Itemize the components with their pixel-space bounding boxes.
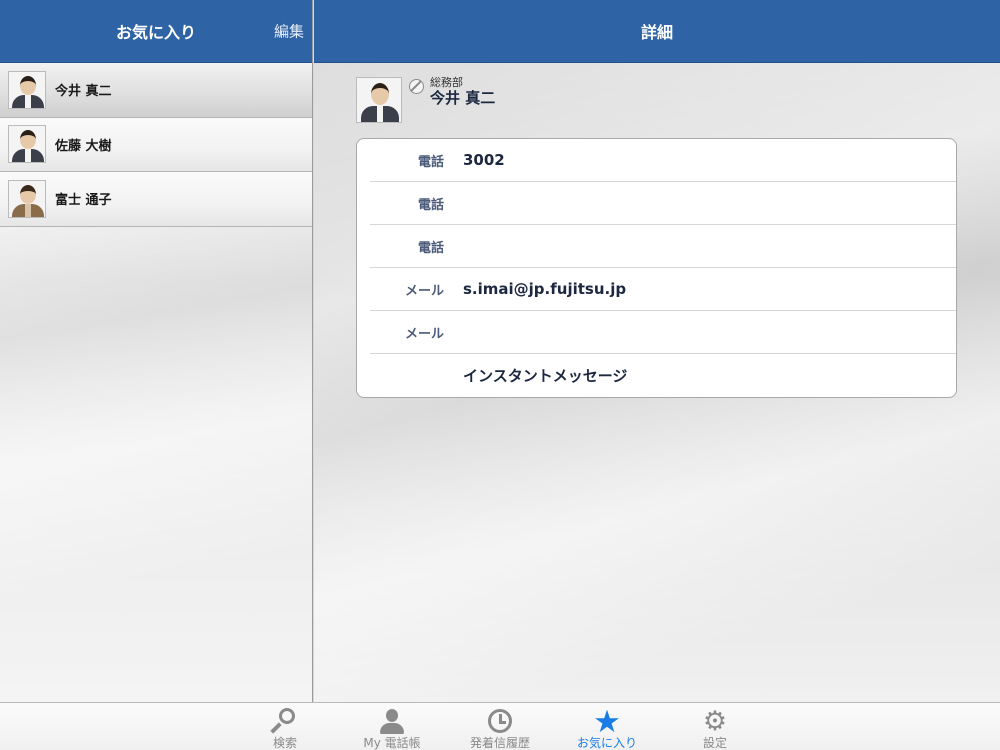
detail-label: メール [404,283,444,299]
tab-label: My 電話帳 [363,736,421,750]
tab-favorites[interactable]: ★ お気に入り [557,703,657,750]
favorites-header: お気に入り 編集 [0,0,312,63]
detail-label: 電話 [417,240,444,256]
profile-department: 総務部 [430,76,463,89]
profile-name: 今井 真二 [430,89,496,107]
avatar [8,179,46,218]
status-unavailable-icon [409,79,424,94]
phone-row: 電話 [370,182,956,225]
star-icon: ★ [593,704,621,740]
favorites-title: お気に入り [115,23,196,42]
search-icon [270,708,300,736]
avatar [8,70,46,109]
detail-value: 3002 [463,151,505,169]
instant-message-button[interactable]: インスタントメッセージ [463,365,627,386]
favorite-name: 佐藤 大樹 [55,138,112,154]
avatar [8,125,46,164]
avatar [356,77,402,123]
detail-header: 詳細 [314,0,1000,63]
detail-label: 電話 [417,197,444,213]
gear-icon: ⚙ [702,706,728,737]
instant-message-row[interactable]: インスタントメッセージ [370,354,956,397]
tab-label: 発着信履歴 [469,736,530,750]
clock-icon [485,708,515,736]
tab-bar: 検索 My 電話帳 発着信履歴 ★ お気に入り ⚙ 設定 [0,702,1000,750]
phone-row: 電話 [370,225,956,268]
phone-row[interactable]: 電話 3002 [370,139,956,182]
detail-label: 電話 [417,154,444,170]
tab-settings[interactable]: ⚙ 設定 [665,703,765,750]
favorite-item[interactable]: 富士 通子 [0,172,312,227]
edit-button[interactable]: 編集 [274,21,304,42]
favorite-item[interactable]: 今井 真二 [0,63,312,118]
email-row: メール [370,311,956,354]
detail-pane: 詳細 総務部 今井 真二 電話 3002 電話 電話 メール s.imai@jp… [314,0,1000,702]
tab-label: 検索 [272,736,297,750]
favorite-item[interactable]: 佐藤 大樹 [0,117,312,172]
detail-label: メール [404,326,444,342]
tab-my-phonebook[interactable]: My 電話帳 [342,703,442,750]
detail-title: 詳細 [640,23,673,42]
favorites-list: 今井 真二 佐藤 大樹 富士 通子 [0,63,312,227]
detail-value: s.imai@jp.fujitsu.jp [463,280,627,298]
tab-call-history[interactable]: 発着信履歴 [450,703,550,750]
tab-label: 設定 [702,736,727,750]
detail-card: 電話 3002 電話 電話 メール s.imai@jp.fujitsu.jp メ… [356,138,957,398]
person-icon [377,708,407,736]
profile-summary: 総務部 今井 真二 [356,77,495,123]
tab-search[interactable]: 検索 [235,703,335,750]
favorite-name: 富士 通子 [55,193,112,209]
email-row[interactable]: メール s.imai@jp.fujitsu.jp [370,268,956,311]
favorites-pane: お気に入り 編集 今井 真二 佐藤 大樹 富士 通子 [0,0,313,702]
favorite-name: 今井 真二 [55,84,112,100]
